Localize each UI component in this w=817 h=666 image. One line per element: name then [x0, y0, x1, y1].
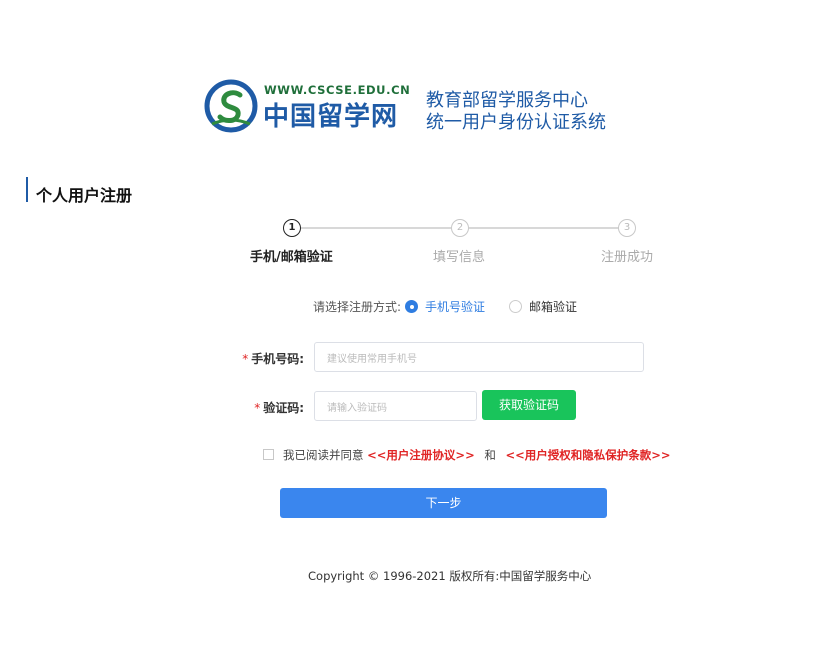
logo-chinese-text: 中国留学网 [263, 102, 399, 132]
step-connector-1 [301, 227, 451, 229]
phone-method-label[interactable]: 手机号验证 [425, 298, 485, 315]
cscse-logo-mark [204, 79, 258, 133]
code-input-placeholder: 请输入验证码 [327, 402, 387, 414]
email-method-radio[interactable] [509, 300, 522, 313]
step-1-indicator: 1 [283, 219, 301, 237]
agreement-checkbox[interactable] [263, 449, 274, 460]
phone-label-text: 手机号码: [251, 352, 304, 366]
step-connector-2 [469, 227, 619, 229]
required-mark: * [254, 401, 261, 415]
section-title-bar [26, 177, 28, 202]
phone-input[interactable]: 建议使用常用手机号 [314, 342, 644, 372]
agreement-text: 我已阅读并同意 <<用户注册协议>> 和 <<用户授权和隐私保护条款>> [283, 447, 671, 463]
logo-url-text: WWW.CSCSE.EDU.CN [264, 83, 411, 97]
phone-field-label: * 手机号码: [232, 350, 304, 367]
step-3-label: 注册成功 [601, 250, 654, 265]
agreement-and: 和 [484, 448, 496, 462]
agreement-prefix: 我已阅读并同意 [283, 448, 364, 462]
phone-input-placeholder: 建议使用常用手机号 [327, 353, 417, 365]
email-method-label[interactable]: 邮箱验证 [529, 298, 577, 315]
copyright-footer: Copyright © 1996-2021 版权所有:中国留学服务中心 [308, 569, 592, 583]
user-agreement-link[interactable]: <<用户注册协议>> [367, 448, 475, 462]
step-2-indicator: 2 [451, 219, 469, 237]
code-field-label: * 验证码: [232, 399, 304, 416]
code-input[interactable]: 请输入验证码 [314, 391, 477, 421]
page-title: 个人用户注册 [36, 186, 133, 205]
privacy-terms-link[interactable]: <<用户授权和隐私保护条款>> [506, 448, 671, 462]
step-2-label: 填写信息 [433, 250, 486, 265]
method-prompt: 请选择注册方式: [313, 300, 402, 314]
code-label-text: 验证码: [263, 401, 304, 415]
phone-method-radio[interactable] [405, 300, 418, 313]
step-3-indicator: 3 [618, 219, 636, 237]
step-1-label: 手机/邮箱验证 [250, 250, 333, 265]
system-name: 统一用户身份认证系统 [426, 112, 606, 133]
get-code-button[interactable]: 获取验证码 [482, 390, 576, 420]
required-mark: * [242, 352, 249, 366]
next-step-button[interactable]: 下一步 [280, 488, 607, 518]
